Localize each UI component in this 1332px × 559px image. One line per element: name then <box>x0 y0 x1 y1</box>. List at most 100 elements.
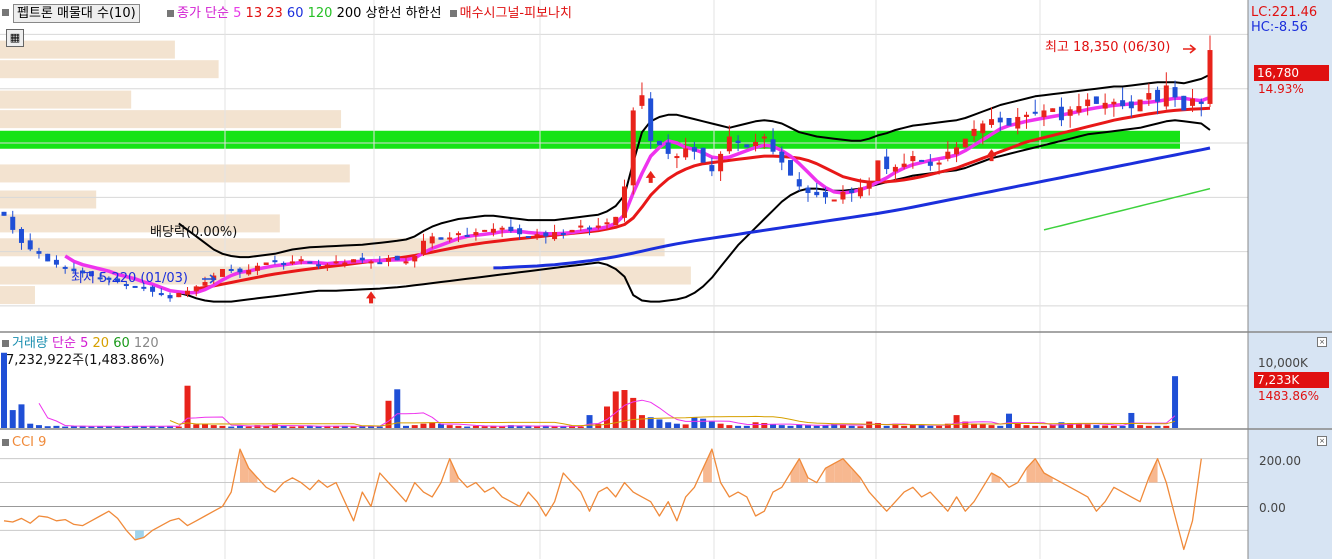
legend-square-icon <box>2 339 9 347</box>
candle-body <box>700 147 706 163</box>
volume-profile-bar <box>0 110 342 129</box>
ma-label: 종가 단순 <box>177 6 229 21</box>
cci-panel-close-icon[interactable]: × <box>1317 436 1327 446</box>
candle-body <box>866 182 872 189</box>
candle-body <box>10 216 16 230</box>
volume-bar <box>621 390 628 428</box>
volume-bar <box>1032 425 1039 428</box>
candle-body <box>342 262 348 265</box>
candle-body <box>447 237 453 240</box>
volume-bar <box>525 426 532 428</box>
volume-bar <box>1145 425 1152 428</box>
cci-axis-label-200: 200.00 <box>1259 454 1301 468</box>
candle-body <box>587 227 593 230</box>
volume-bar <box>289 426 296 428</box>
current-price-box: 16,780 <box>1254 65 1329 81</box>
legend-square-icon <box>449 9 457 17</box>
volume-bar <box>595 423 602 428</box>
candle-body <box>630 110 636 186</box>
ma-period-60: 60 <box>286 6 304 21</box>
low-annotation: 최저 5,220 (01/03) <box>71 271 189 286</box>
volume-ma-label: 단순 <box>52 336 76 351</box>
volume-bar <box>1023 425 1030 428</box>
volume-bar <box>376 426 383 428</box>
candle-body <box>1032 111 1038 114</box>
volume-bar <box>394 389 401 428</box>
candle-body <box>1146 93 1152 100</box>
candle-body <box>770 139 776 152</box>
candle-body <box>578 225 584 228</box>
candle-body <box>709 165 715 172</box>
volume-profile-bar <box>0 60 219 79</box>
dividend-annotation: 배당락(0.00%) <box>150 225 238 240</box>
stock-chart[interactable]: 5,0007,50010,00012,50015,00017,500 <box>0 0 1332 559</box>
candle-body <box>272 260 278 263</box>
toolbar-legend <box>2 5 12 21</box>
volume-bar <box>429 422 436 428</box>
cci-line-path <box>3 448 1202 551</box>
volume-bar <box>936 425 943 428</box>
candle-body <box>176 292 182 298</box>
candle-body <box>831 199 837 202</box>
signal-label: 매수시그널-피보나치 <box>459 6 572 21</box>
grid-table-icon[interactable]: ▦ <box>6 29 24 47</box>
candle-body <box>228 269 234 272</box>
ma-period-200: 200 <box>336 6 362 21</box>
volume-bar <box>472 425 479 428</box>
candle-body <box>534 234 540 237</box>
current-volume-pct: 1483.86% <box>1258 389 1320 403</box>
ma-period-13: 13 <box>245 6 263 21</box>
volume-bar <box>88 426 95 428</box>
candle-body <box>936 162 942 165</box>
volume-profile-bar <box>0 214 280 233</box>
volume-profile-bar <box>0 238 665 257</box>
candle-body <box>298 259 304 262</box>
candle-body <box>1067 109 1073 116</box>
volume-bar <box>35 425 42 428</box>
candle-body <box>744 144 750 148</box>
volume-bar <box>1128 412 1135 428</box>
volume-text: 7,232,922주(1,483.86%) <box>6 353 165 368</box>
volume-bar <box>726 425 733 428</box>
candle-body <box>1172 87 1178 98</box>
title-button[interactable]: 펩트론 매물대 수(10) <box>13 4 140 23</box>
candle-body <box>473 232 479 236</box>
candle-body <box>1198 101 1204 104</box>
volume-bar <box>219 425 226 428</box>
volume-bar <box>857 426 864 428</box>
candle-body <box>377 262 383 265</box>
candle-body <box>316 264 322 267</box>
volume-bars[interactable] <box>1 352 1179 428</box>
volume-ma-120: 120 <box>133 336 159 351</box>
candle-body <box>621 186 627 218</box>
candle-body <box>219 269 225 277</box>
candle-body <box>726 136 732 152</box>
candle-body <box>849 189 855 193</box>
candle-body <box>1076 106 1082 113</box>
volume-bar <box>1084 424 1091 428</box>
candle-body <box>840 191 846 200</box>
volume-bar <box>53 425 60 428</box>
volume-bar <box>717 423 724 428</box>
volume-bar <box>997 425 1004 428</box>
candle-body <box>919 159 925 162</box>
volume-bar <box>18 404 25 428</box>
candle-body <box>1023 114 1029 117</box>
candle-body <box>386 258 392 262</box>
volume-bar <box>403 425 409 428</box>
candle-body <box>359 257 365 261</box>
cci-overbought-fill <box>842 458 852 483</box>
candle-body <box>779 151 785 163</box>
volume-bar <box>1093 425 1100 428</box>
volume-bar <box>1137 425 1144 428</box>
volume-panel-close-icon[interactable]: × <box>1317 337 1327 347</box>
candle-body <box>901 163 907 167</box>
volume-bar <box>1172 376 1179 428</box>
candle-body <box>53 259 59 265</box>
candle-body <box>595 225 601 228</box>
candle-body <box>718 153 724 172</box>
candle-body <box>324 264 330 267</box>
candle-body <box>263 262 269 266</box>
volume-bar <box>638 415 645 428</box>
candle-body <box>167 295 173 299</box>
